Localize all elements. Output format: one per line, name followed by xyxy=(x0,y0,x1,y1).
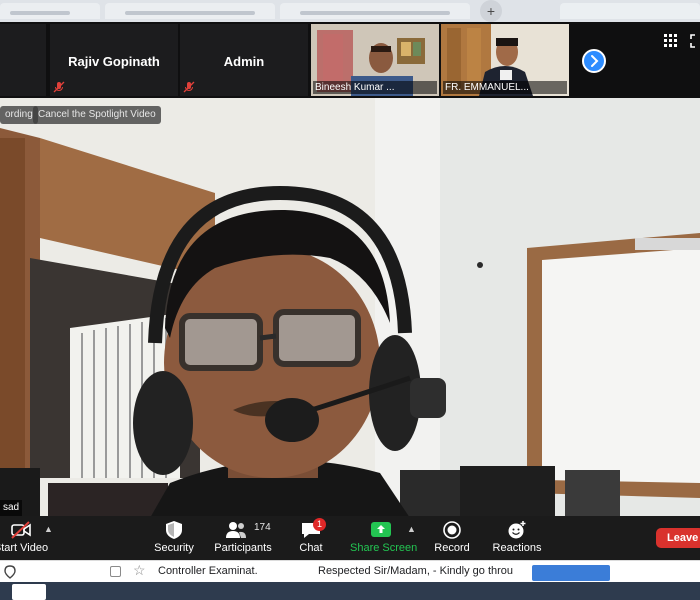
participant-name: Rajiv Gopinath xyxy=(68,54,160,69)
grid-view-icon[interactable] xyxy=(664,34,678,48)
chevron-right-icon xyxy=(591,55,599,67)
speaker-name-label: sad xyxy=(0,500,23,516)
speaker-video xyxy=(0,98,700,518)
participant-video-tile[interactable]: FR. EMMANUEL... xyxy=(441,24,569,96)
participants-icon xyxy=(226,522,247,538)
email-checkbox[interactable] xyxy=(110,566,121,577)
reactions-label: Reactions xyxy=(492,542,542,554)
email-row[interactable]: ☆ Controller Examinat. Respected Sir/Mad… xyxy=(0,560,700,582)
participants-button[interactable]: 174 Participants xyxy=(214,516,272,560)
os-taskbar xyxy=(0,582,700,600)
mic-muted-icon xyxy=(53,81,65,93)
smiley-plus-icon xyxy=(508,521,526,539)
record-button[interactable]: Record xyxy=(430,516,474,560)
participant-tile xyxy=(0,24,46,96)
taskbar-app-icon[interactable] xyxy=(12,584,46,600)
participant-video-tile[interactable]: Bineesh Kumar ... xyxy=(311,24,439,96)
participant-name: Admin xyxy=(223,54,265,69)
shield-icon xyxy=(166,521,182,539)
video-options-caret-icon[interactable]: ▲ xyxy=(44,524,53,534)
record-icon xyxy=(443,521,461,539)
participants-label: Participants xyxy=(214,542,272,554)
star-icon[interactable]: ☆ xyxy=(133,562,146,579)
email-sender: Controller Examinat. xyxy=(158,565,258,577)
chat-unread-badge: 1 xyxy=(313,518,326,531)
next-page-button[interactable] xyxy=(582,49,606,73)
record-label: Record xyxy=(434,542,470,554)
mic-muted-icon xyxy=(183,81,195,93)
reactions-button[interactable]: Reactions xyxy=(492,516,542,560)
participant-tile[interactable]: Rajiv Gopinath xyxy=(50,24,178,96)
spotlight-video xyxy=(0,98,700,518)
participant-video-name: Bineesh Kumar ... xyxy=(313,81,437,94)
browser-tab[interactable] xyxy=(0,3,100,19)
participant-strip: Rajiv Gopinath Admin Bineesh Kumar ... F… xyxy=(0,22,700,98)
zoom-meeting-window: + Rajiv Gopinath Admin Bineesh Kumar ...… xyxy=(0,0,700,600)
video-off-icon xyxy=(11,521,31,539)
chat-label: Chat xyxy=(299,542,323,554)
leave-button[interactable]: Leave xyxy=(656,528,700,548)
participants-count: 174 xyxy=(254,522,271,533)
email-snippet: Respected Sir/Madam, - Kindly go throu xyxy=(318,565,514,577)
browser-tab-bar: + xyxy=(0,0,700,22)
start-video-button[interactable]: Start Video xyxy=(0,516,62,560)
share-screen-label: Share Screen xyxy=(350,542,418,554)
share-screen-button[interactable]: Share Screen xyxy=(350,516,418,560)
fullscreen-icon[interactable] xyxy=(690,34,700,48)
browser-tab[interactable] xyxy=(280,3,470,19)
cancel-spotlight-button[interactable]: Cancel the Spotlight Video xyxy=(33,106,161,124)
email-tag xyxy=(532,565,610,581)
participant-video-name: FR. EMMANUEL... xyxy=(443,81,567,94)
new-tab-icon[interactable]: + xyxy=(480,0,502,22)
browser-tab[interactable] xyxy=(560,3,700,19)
share-screen-icon xyxy=(371,522,391,537)
chat-button[interactable]: 1 Chat xyxy=(292,516,330,560)
start-video-label: Start Video xyxy=(0,542,49,554)
browser-tab[interactable] xyxy=(105,3,275,19)
location-pin-icon xyxy=(4,565,16,579)
security-button[interactable]: Security xyxy=(148,516,200,560)
share-options-caret-icon[interactable]: ▲ xyxy=(407,524,416,534)
security-label: Security xyxy=(154,542,194,554)
participant-tile[interactable]: Admin xyxy=(180,24,308,96)
meeting-toolbar: Start Video ▲ Security 174 Participants xyxy=(0,516,700,560)
